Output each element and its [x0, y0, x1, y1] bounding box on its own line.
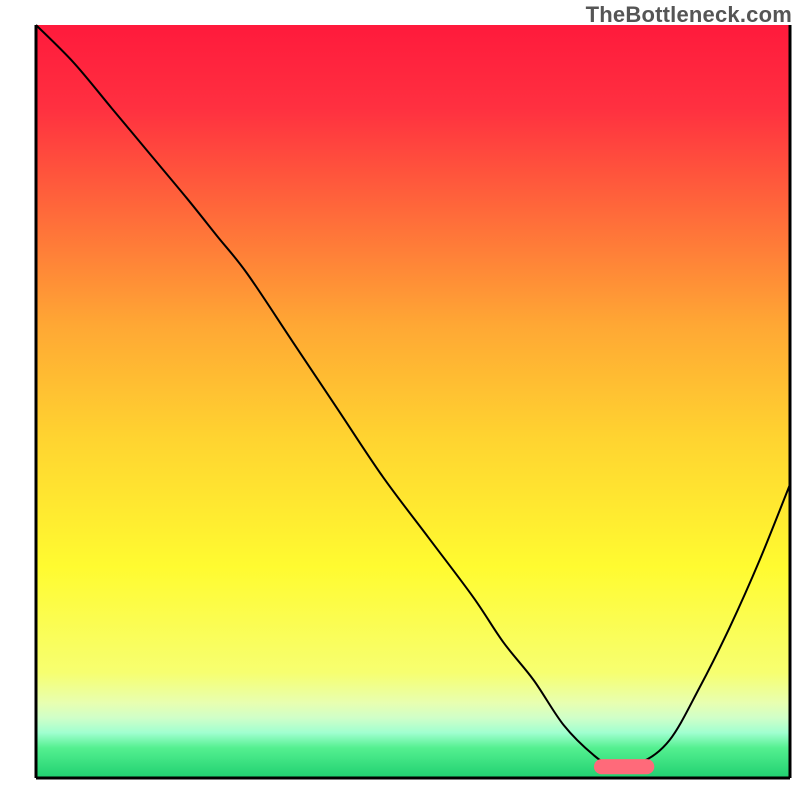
- watermark-text: TheBottleneck.com: [586, 2, 792, 28]
- plot-background: [36, 25, 790, 778]
- chart-canvas: [0, 0, 800, 800]
- optimal-marker: [594, 759, 654, 774]
- bottleneck-chart: TheBottleneck.com: [0, 0, 800, 800]
